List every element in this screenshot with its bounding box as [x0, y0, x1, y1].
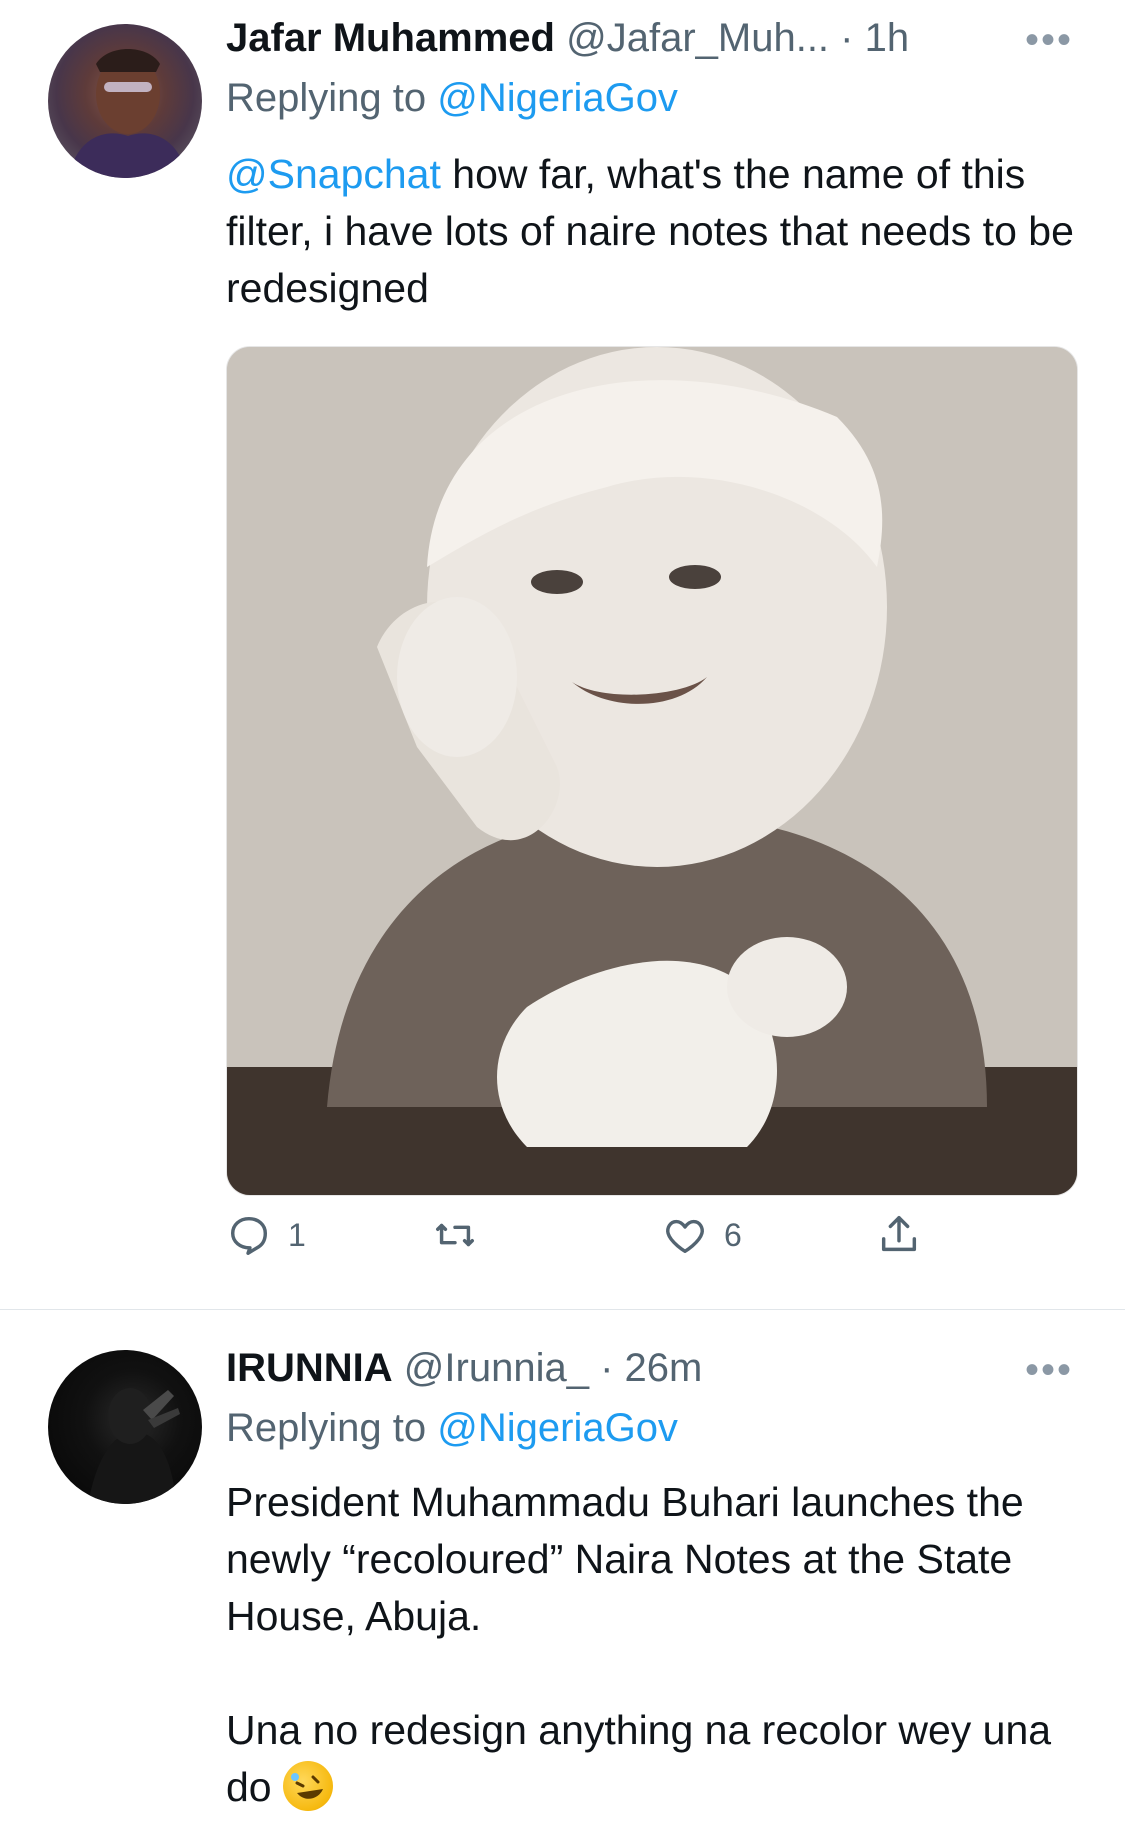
- replying-to-link[interactable]: @NigeriaGov: [437, 76, 678, 120]
- tweet-irunnia[interactable]: IRUNNIA @Irunnia_ · 26m ••• Replying to …: [0, 1310, 1125, 1848]
- heart-icon: [666, 1219, 704, 1254]
- share-icon: [881, 1216, 917, 1252]
- tweet-jafar[interactable]: Jafar Muhammed @Jafar_Muh... · 1h ••• Re…: [0, 0, 1125, 1310]
- like-button[interactable]: 6: [662, 1212, 742, 1258]
- share-button[interactable]: [876, 1212, 922, 1258]
- mention-link[interactable]: @Snapchat: [226, 151, 441, 197]
- display-name[interactable]: Jafar Muhammed: [226, 16, 555, 60]
- tweet-text: President Muhammadu Buhari launches the …: [226, 1474, 1076, 1816]
- reply-icon: [230, 1216, 268, 1255]
- more-icon[interactable]: •••: [1025, 1348, 1073, 1393]
- avatar[interactable]: [48, 1350, 202, 1504]
- tweet-paragraph: President Muhammadu Buhari launches the …: [226, 1479, 1024, 1639]
- tweet-header: IRUNNIA @Irunnia_ · 26m: [226, 1346, 702, 1391]
- replying-to-link[interactable]: @NigeriaGov: [437, 1406, 678, 1450]
- user-handle[interactable]: @Jafar_Muh...: [566, 16, 829, 60]
- tweet-paragraph: Una no redesign anything na recolor wey …: [226, 1707, 1052, 1811]
- tweet-text: @Snapchat how far, what's the name of th…: [226, 151, 1074, 311]
- like-count: 6: [724, 1216, 742, 1253]
- rofl-emoji-icon: [283, 1761, 334, 1811]
- display-name[interactable]: IRUNNIA: [226, 1346, 393, 1390]
- user-handle[interactable]: @Irunnia_: [404, 1346, 589, 1390]
- tweet-actions: 1 6: [226, 1212, 926, 1262]
- replying-to: Replying to @NigeriaGov: [226, 76, 678, 120]
- timestamp[interactable]: · 26m: [600, 1346, 702, 1390]
- retweet-icon: [436, 1223, 474, 1247]
- reply-button[interactable]: 1: [226, 1212, 306, 1258]
- more-icon[interactable]: •••: [1025, 18, 1073, 63]
- replying-to: Replying to @NigeriaGov: [226, 1406, 678, 1450]
- avatar[interactable]: [48, 24, 202, 178]
- tweet-header: Jafar Muhammed @Jafar_Muh... · 1h: [226, 16, 909, 61]
- tweet-photo[interactable]: [226, 346, 1078, 1196]
- reply-count: 1: [288, 1216, 306, 1253]
- retweet-button[interactable]: [432, 1212, 478, 1258]
- timestamp[interactable]: · 1h: [840, 16, 909, 60]
